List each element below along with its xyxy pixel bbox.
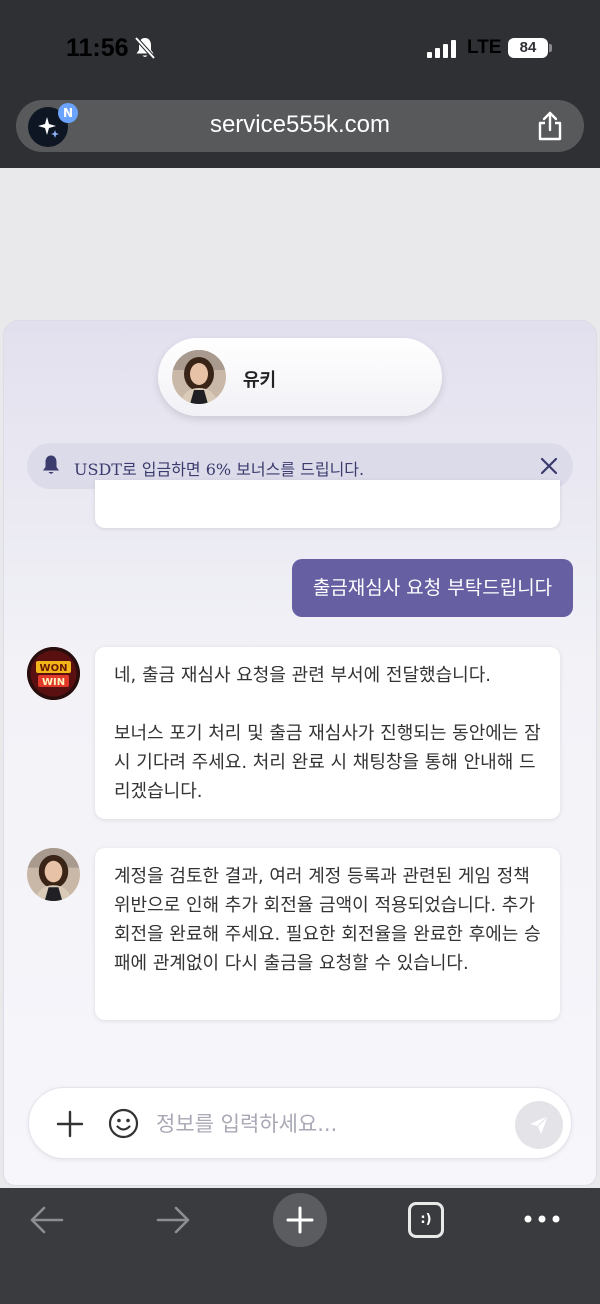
new-tab-button[interactable] [273, 1193, 327, 1247]
bell-muted-icon [134, 36, 156, 60]
battery-icon: 84 [508, 38, 548, 58]
agent-message-bubble: 계정을 검토한 결과, 여러 계정 등록과 관련된 게임 정책 위반으로 인해 … [95, 848, 560, 1020]
emoji-icon[interactable] [108, 1108, 139, 1139]
bot-message-paragraph: 네, 출금 재심사 요청을 관련 부서에 전달했습니다. [114, 665, 491, 686]
bot-logo-bottom-text: WIN [42, 677, 65, 688]
bell-icon [43, 455, 59, 474]
bot-message-bubble: 네, 출금 재심사 요청을 관련 부서에 전달했습니다. 보너스 포기 처리 및… [95, 647, 560, 819]
agent-message-text: 계정을 검토한 결과, 여러 계정 등록과 관련된 게임 정책 위반으로 인해 … [114, 866, 541, 974]
bot-avatar: WON WIN [27, 647, 80, 700]
signal-icon [427, 40, 456, 58]
url-text[interactable]: service555k.com [0, 111, 600, 139]
bot-message-paragraph: 보너스 포기 처리 및 출금 재심사가 진행되는 동안에는 잠시 기다려 주세요… [114, 723, 541, 802]
notice-text: USDT로 입금하면 6% 보너스를 드립니다. [74, 460, 365, 479]
share-icon[interactable] [536, 110, 564, 142]
plus-icon [286, 1206, 314, 1234]
battery-tip [549, 44, 552, 52]
more-icon[interactable] [522, 1212, 562, 1226]
back-arrow-icon[interactable] [28, 1204, 66, 1236]
status-time: 11:56 [66, 34, 129, 62]
close-icon[interactable] [539, 456, 559, 476]
agent-message-avatar [27, 848, 80, 901]
agent-avatar [172, 350, 226, 404]
send-button[interactable] [515, 1101, 563, 1149]
agent-name: 유키 [243, 370, 277, 391]
forward-arrow-icon[interactable] [154, 1204, 192, 1236]
user-message-bubble: 출금재심사 요청 부탁드립니다 [292, 559, 573, 617]
attach-plus-icon[interactable] [56, 1110, 84, 1138]
network-type: LTE [467, 37, 502, 58]
tabs-button[interactable]: :) [408, 1202, 444, 1238]
previous-message-bubble [95, 480, 560, 528]
bot-logo-top-text: WON [40, 663, 68, 674]
send-icon [530, 1115, 549, 1134]
message-input[interactable] [156, 1104, 496, 1144]
